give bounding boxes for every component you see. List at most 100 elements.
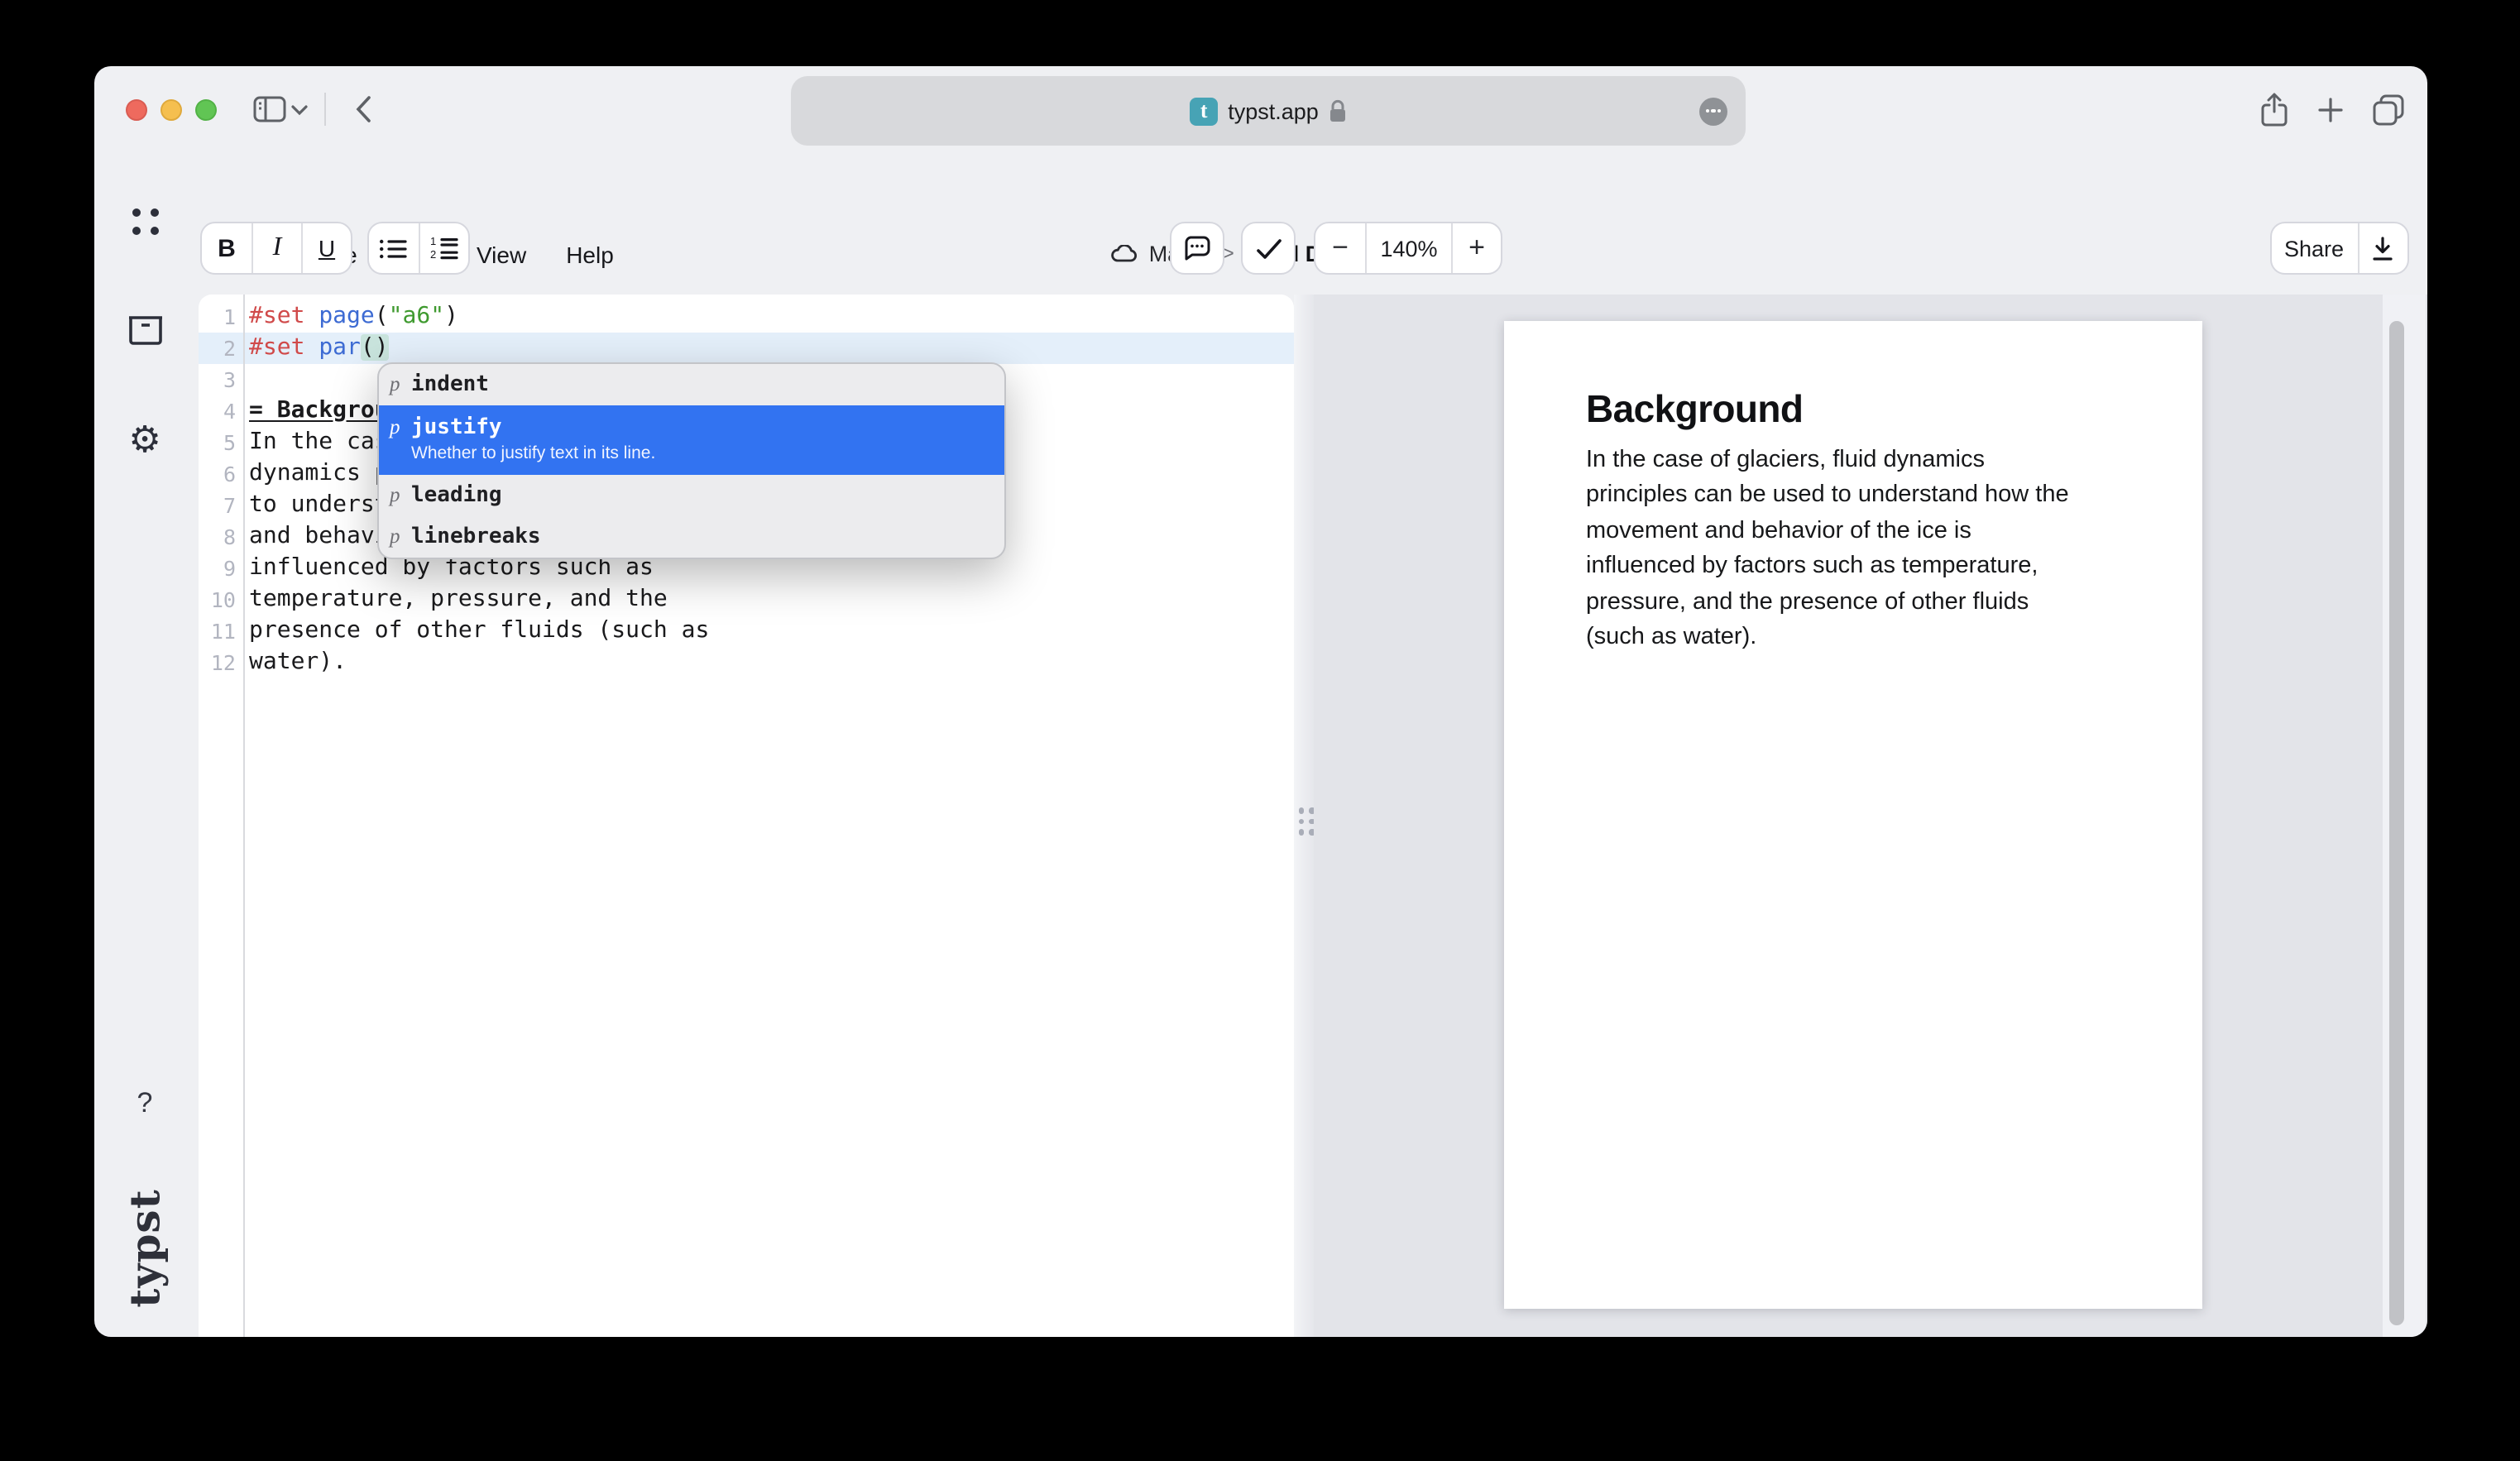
zoom-control-group: − 140% +: [1314, 222, 1502, 275]
box-icon: [127, 314, 163, 346]
code-text: #set par(): [236, 332, 389, 363]
screen: t typst.app: [0, 0, 2520, 1461]
code-text: presence of other fluids (such as: [236, 615, 709, 646]
new-tab-button[interactable]: [2318, 97, 2343, 122]
spellcheck-button[interactable]: [1243, 223, 1294, 273]
comment-button[interactable]: [1171, 223, 1223, 273]
autocomplete-label: justify: [411, 413, 655, 441]
download-icon: [2371, 236, 2394, 261]
code-line[interactable]: 10temperature, pressure, and the: [199, 583, 1293, 615]
italic-button[interactable]: I: [252, 223, 301, 273]
drag-handle-icon[interactable]: [1298, 807, 1315, 835]
line-number: 7: [199, 489, 236, 520]
question-mark-icon: ?: [137, 1087, 153, 1120]
line-number: 6: [199, 457, 236, 489]
numbered-list-button[interactable]: 1 2: [418, 223, 467, 273]
autocomplete-item-justify[interactable]: pjustifyWhether to justify text in its l…: [378, 405, 1004, 474]
minimize-window-button[interactable]: [160, 98, 182, 120]
back-button[interactable]: [356, 96, 371, 122]
download-button[interactable]: [2357, 223, 2407, 273]
settings-button[interactable]: ⚙: [94, 424, 195, 460]
param-marker-icon: p: [390, 413, 411, 441]
list-button-group: 1 2: [367, 222, 469, 275]
line-number: 1: [199, 300, 236, 332]
lock-icon: [1329, 99, 1347, 122]
help-button[interactable]: ?: [94, 1087, 195, 1120]
underline-button[interactable]: U: [301, 223, 351, 273]
comment-button-group: [1170, 222, 1224, 275]
param-marker-icon: p: [390, 481, 411, 509]
tab-overview-button[interactable]: [2373, 93, 2404, 125]
tabs-icon: [2373, 93, 2404, 125]
paragraph-line: (such as water).: [1586, 620, 2119, 656]
close-window-button[interactable]: [126, 98, 147, 120]
browser-window: t typst.app: [94, 66, 2427, 1337]
bullet-list-icon: [379, 237, 407, 259]
paragraph-line: influenced by factors such as temperatur…: [1586, 549, 2119, 585]
sidebar-icon: [253, 96, 286, 122]
svg-text:2: 2: [429, 248, 435, 260]
autocomplete-popup: pindentpjustifyWhether to justify text i…: [376, 362, 1005, 558]
code-line[interactable]: 1#set page("a6"): [199, 300, 1293, 332]
autocomplete-item-linebreaks[interactable]: plinebreaks: [378, 515, 1004, 557]
svg-text:1: 1: [429, 237, 435, 247]
autocomplete-label: linebreaks: [411, 522, 541, 550]
share-button-group: Share: [2269, 222, 2408, 275]
numbered-list-icon: 1 2: [429, 237, 458, 260]
paragraph-line: movement and behavior of the ice is: [1586, 515, 2119, 550]
toggle-sidebar-button[interactable]: [253, 96, 286, 122]
dots-grid-icon: [132, 208, 158, 235]
autocomplete-label: leading: [411, 481, 502, 509]
code-text: temperature, pressure, and the: [236, 583, 668, 615]
zoom-window-button[interactable]: [195, 98, 217, 120]
autocomplete-label: indent: [411, 370, 489, 398]
line-number: 3: [199, 363, 236, 395]
share-button[interactable]: Share: [2271, 223, 2357, 273]
comment-bubble-icon: [1183, 235, 1211, 261]
gear-icon: ⚙: [128, 424, 160, 460]
preview-scrollbar-thumb[interactable]: [2388, 321, 2404, 1325]
code-text: #set page("a6"): [236, 300, 458, 332]
line-number: 11: [199, 615, 236, 646]
bullet-list-button[interactable]: [368, 223, 418, 273]
zoom-out-button[interactable]: −: [1315, 223, 1365, 273]
toolbar: B I U: [94, 222, 2427, 275]
code-line[interactable]: 12water).: [199, 646, 1293, 678]
paragraph-line: pressure, and the presence of other flui…: [1586, 585, 2119, 620]
share-page-button[interactable]: [2260, 92, 2288, 127]
chevron-left-icon: [356, 96, 371, 122]
autocomplete-item-indent[interactable]: pindent: [378, 363, 1004, 405]
typst-favicon: t: [1190, 97, 1218, 125]
files-panel-button[interactable]: [94, 314, 195, 346]
autocomplete-description: Whether to justify text in its line.: [411, 443, 655, 464]
sidebar-dropdown-button[interactable]: [291, 103, 308, 115]
preview-paragraph: In the case of glaciers, fluid dynamicsp…: [1586, 443, 2119, 656]
share-icon: [2260, 92, 2288, 127]
address-bar[interactable]: t typst.app: [791, 76, 1746, 146]
code-line[interactable]: 2#set par(): [199, 332, 1293, 363]
typst-logo: typst: [98, 1188, 194, 1307]
line-number: 12: [199, 646, 236, 678]
apps-grid-button[interactable]: [94, 208, 195, 235]
format-button-group: B I U: [200, 222, 352, 275]
line-number: 2: [199, 332, 236, 363]
chrome-divider: [324, 93, 326, 126]
code-line[interactable]: 11presence of other fluids (such as: [199, 615, 1293, 646]
param-marker-icon: p: [390, 522, 411, 550]
page-settings-button[interactable]: [1699, 97, 1727, 125]
gutter-divider: [242, 295, 244, 1337]
preview-pane: Background In the case of glaciers, flui…: [1313, 295, 2427, 1337]
autocomplete-item-leading[interactable]: pleading: [378, 474, 1004, 515]
line-number: 10: [199, 583, 236, 615]
line-number: 9: [199, 552, 236, 583]
chevron-down-icon: [291, 103, 308, 115]
zoom-level-button[interactable]: 140%: [1365, 223, 1451, 273]
zoom-in-button[interactable]: +: [1451, 223, 1501, 273]
bold-button[interactable]: B: [202, 223, 252, 273]
line-number: 4: [199, 395, 236, 426]
paragraph-line: principles can be used to understand how…: [1586, 479, 2119, 515]
preview-heading: Background: [1586, 387, 2119, 432]
plus-icon: [2318, 97, 2343, 122]
line-number: 8: [199, 520, 236, 552]
preview-page: Background In the case of glaciers, flui…: [1503, 321, 2201, 1309]
